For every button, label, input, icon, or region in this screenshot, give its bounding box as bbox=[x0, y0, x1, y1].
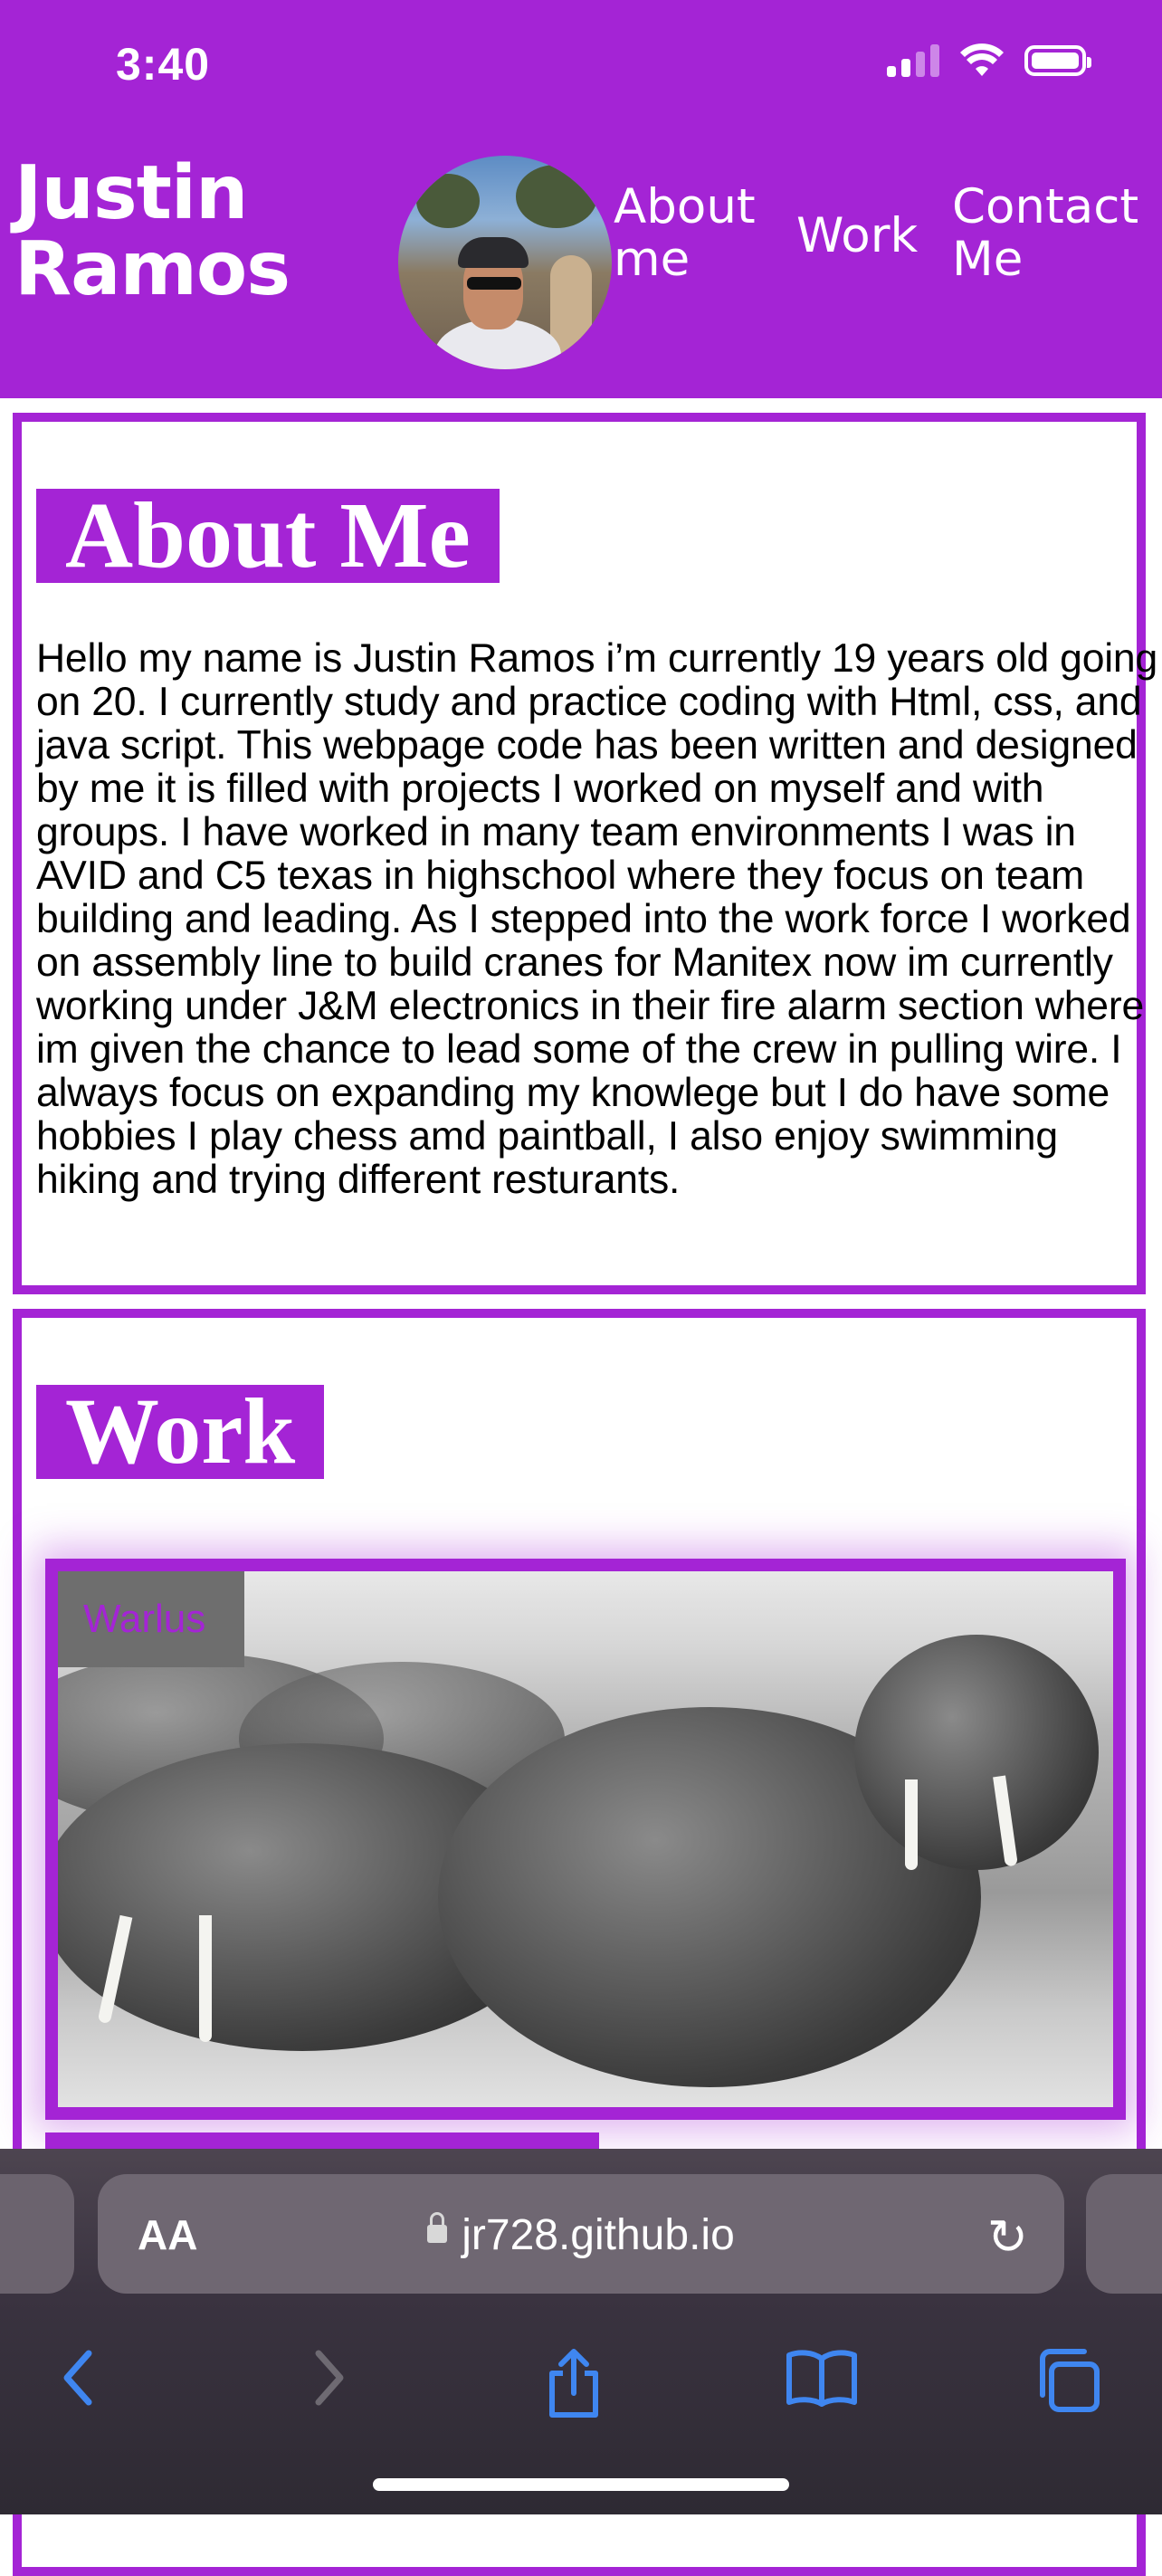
nav-link-work[interactable]: Work bbox=[796, 210, 918, 262]
project-label: Warlus bbox=[58, 1571, 244, 1667]
project-card[interactable]: Warlus bbox=[45, 1559, 1126, 2120]
work-title: Work bbox=[36, 1385, 325, 1479]
status-time: 3:40 bbox=[116, 39, 211, 90]
nav-link-contact[interactable]: Contact Me bbox=[952, 181, 1151, 286]
back-icon[interactable] bbox=[60, 2348, 96, 2408]
address-bar[interactable]: AA jr728.github.io ↻ bbox=[98, 2174, 1064, 2294]
url-text: jr728.github.io bbox=[462, 2211, 735, 2259]
url-display: jr728.github.io bbox=[98, 2210, 1064, 2260]
next-tab-preview[interactable] bbox=[1086, 2174, 1162, 2294]
browser-bar: AA jr728.github.io ↻ bbox=[0, 2149, 1162, 2514]
lock-icon bbox=[427, 2212, 448, 2244]
tabs-icon[interactable] bbox=[1035, 2348, 1100, 2413]
site-name-line2: Ramos bbox=[14, 226, 290, 312]
site-name[interactable]: Justin Ramos bbox=[14, 156, 290, 308]
avatar bbox=[398, 156, 612, 369]
site-header: 3:40 Justin Ramos About me Work Contact … bbox=[0, 0, 1162, 398]
forward-icon[interactable] bbox=[311, 2348, 348, 2408]
bookmarks-icon[interactable] bbox=[786, 2348, 858, 2408]
wifi-icon bbox=[960, 43, 1004, 76]
reload-icon[interactable]: ↻ bbox=[987, 2209, 1028, 2266]
signal-icon bbox=[887, 44, 939, 77]
status-icons bbox=[887, 43, 1091, 78]
about-section: About Me Hello my name is Justin Ramos i… bbox=[13, 413, 1157, 1294]
about-title: About Me bbox=[36, 489, 500, 583]
share-icon[interactable] bbox=[545, 2348, 603, 2420]
prev-tab-preview[interactable] bbox=[0, 2174, 74, 2294]
nav-link-about[interactable]: About me bbox=[614, 181, 795, 286]
about-text: Hello my name is Justin Ramos i’m curren… bbox=[36, 636, 1158, 1202]
site-name-line1: Justin bbox=[14, 150, 248, 236]
home-indicator[interactable] bbox=[373, 2478, 789, 2491]
battery-icon bbox=[1024, 45, 1091, 76]
browser-toolbar bbox=[0, 2348, 1162, 2438]
